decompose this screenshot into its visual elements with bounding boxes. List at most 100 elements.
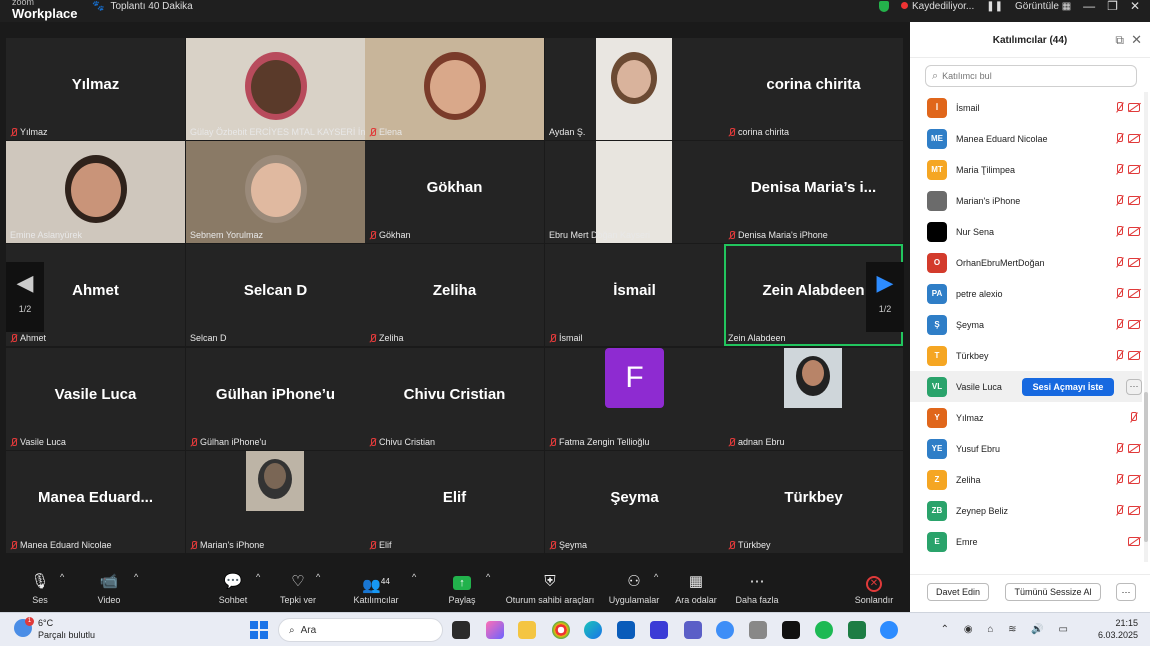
scrollbar-thumb[interactable]	[1144, 392, 1148, 542]
video-tile[interactable]: Aydan Ş.	[545, 38, 724, 140]
video-tile[interactable]: Ebru Mert Doğan Kayseri	[545, 141, 724, 243]
zoom-taskbar-icon[interactable]	[716, 621, 734, 639]
copilot-icon[interactable]	[486, 621, 504, 639]
participant-row[interactable]: ZB Zeynep Beliz	[910, 495, 1142, 526]
video-tile[interactable]: Gülay Özbebit ERCİYES MTAL KAYSERİ İn...	[186, 38, 365, 140]
taskbar-search[interactable]: ⌕ Ara	[278, 618, 443, 642]
more-button[interactable]: ⋯ Daha fazla	[734, 572, 780, 605]
video-tile[interactable]: Yılmaz Yılmaz	[6, 38, 185, 140]
audio-options-caret[interactable]: ^	[60, 572, 64, 582]
video-tile[interactable]: F Fatma Zengin Tellioğlu	[545, 348, 724, 450]
teams-icon[interactable]	[684, 621, 702, 639]
participant-row[interactable]: E Emre	[910, 526, 1142, 557]
video-tile[interactable]: Selcan D Selcan D	[186, 244, 365, 346]
tile-display-name: Selcan D	[243, 282, 308, 299]
weather-temp: 6°C	[38, 618, 54, 628]
video-button[interactable]: 📹 Video	[92, 572, 126, 605]
sticky-app-icon[interactable]	[650, 621, 668, 639]
participant-list-scrollbar[interactable]	[1144, 92, 1148, 562]
video-tile[interactable]: Vasile Luca Vasile Luca	[6, 348, 185, 450]
participant-row[interactable]: İ İsmail	[910, 92, 1142, 123]
recording-indicator[interactable]: Kaydediliyor...	[900, 1, 974, 12]
previous-page-button[interactable]: ◀ 1/2	[6, 262, 44, 332]
zoom-active-icon[interactable]	[880, 621, 898, 639]
participant-row[interactable]: MT Maria Ţilimpea	[910, 154, 1142, 185]
video-tile[interactable]: İsmail İsmail	[545, 244, 724, 346]
participant-name: Şeyma	[956, 319, 985, 330]
participant-row[interactable]: YE Yusuf Ebru	[910, 433, 1142, 464]
share-button[interactable]: ↑ Paylaş	[446, 572, 478, 605]
participant-row[interactable]: O OrhanEbruMertDoğan	[910, 247, 1142, 278]
close-window-icon[interactable]: ✕	[1130, 0, 1140, 13]
host-tools-button[interactable]: ⛨ Oturum sahibi araçları	[504, 572, 596, 605]
video-tile[interactable]: Şeyma Şeyma	[545, 451, 724, 553]
popout-icon[interactable]: ⧉	[1115, 33, 1124, 48]
participant-row[interactable]: Z Zeliha	[910, 464, 1142, 495]
video-tile[interactable]: Chivu Cristian Chivu Cristian	[365, 348, 544, 450]
video-tile[interactable]: adnan Ebru	[724, 348, 903, 450]
capcut-icon[interactable]	[782, 621, 800, 639]
participant-row[interactable]: Ş Şeyma	[910, 309, 1142, 340]
close-panel-icon[interactable]: ✕	[1131, 32, 1142, 48]
restore-icon[interactable]: ❐	[1107, 0, 1118, 13]
chat-options-caret[interactable]: ^	[256, 572, 260, 582]
video-tile[interactable]: Denisa Maria’s i... Denisa Maria's iPhone	[724, 141, 903, 243]
video-tile[interactable]: corina chirita corina chirita	[724, 38, 903, 140]
next-page-button[interactable]: ▶ 1/2	[866, 262, 904, 332]
participant-row[interactable]: VL Vasile Luca Sesi Açmayı İste ⋯	[910, 371, 1142, 402]
panel-more-button[interactable]: ⋯	[1116, 583, 1136, 601]
chat-button[interactable]: 💬 Sohbet	[214, 572, 252, 605]
apps-options-caret[interactable]: ^	[654, 572, 658, 582]
tile-display-name: Denisa Maria’s i...	[750, 179, 877, 196]
task-view-icon[interactable]	[452, 621, 470, 639]
share-options-caret[interactable]: ^	[486, 572, 490, 582]
spotify-icon[interactable]	[815, 621, 833, 639]
tray-icons[interactable]: ⌃ ◉ ⌂ ≋ 🔊 ▭	[941, 624, 1074, 635]
security-shield-icon[interactable]	[878, 0, 889, 12]
excel-icon[interactable]	[848, 621, 866, 639]
participants-options-caret[interactable]: ^	[412, 572, 416, 582]
meeting-timer[interactable]: 🐾 Toplantı 40 Dakika	[92, 0, 193, 12]
video-options-caret[interactable]: ^	[134, 572, 138, 582]
video-tile[interactable]: Zeliha Zeliha	[365, 244, 544, 346]
printer-icon[interactable]	[749, 621, 767, 639]
ask-to-unmute-button[interactable]: Sesi Açmayı İste	[1022, 377, 1114, 396]
participant-row[interactable]: PA petre alexio	[910, 278, 1142, 309]
mute-all-button[interactable]: Tümünü Sessize Al	[1005, 583, 1101, 601]
windows-start-icon[interactable]	[250, 621, 268, 639]
end-meeting-button[interactable]: ✕ Sonlandır	[852, 572, 896, 605]
video-tile[interactable]: Elif Elif	[365, 451, 544, 553]
video-tile[interactable]: Gökhan Gökhan	[365, 141, 544, 243]
video-tile[interactable]: Sebnem Yorulmaz	[186, 141, 365, 243]
audio-button[interactable]: 🎙 Ses	[26, 572, 54, 605]
video-tile[interactable]: Türkbey Türkbey	[724, 451, 903, 553]
view-button[interactable]: Görüntüle ▦	[1015, 1, 1071, 12]
video-tile[interactable]: Marian's iPhone	[186, 451, 365, 553]
participant-row[interactable]: Marian's iPhone	[910, 185, 1142, 216]
video-tile[interactable]: Gülhan iPhone’u Gülhan iPhone'u	[186, 348, 365, 450]
participant-search[interactable]: ⌕	[925, 65, 1137, 87]
pause-recording-icon[interactable]: ❚❚	[986, 1, 1003, 12]
participant-row[interactable]: T Türkbey	[910, 340, 1142, 371]
clock[interactable]: 21:15 6.03.2025	[1098, 617, 1138, 641]
minimize-icon[interactable]: —	[1083, 0, 1095, 13]
react-button[interactable]: ♡ Tepki ver	[276, 572, 320, 605]
video-tile[interactable]: Elena	[365, 38, 544, 140]
participant-more-button[interactable]: ⋯	[1126, 378, 1142, 395]
invite-button[interactable]: Davet Edin	[927, 583, 989, 601]
camera-off-icon	[1128, 506, 1140, 515]
participant-row[interactable]: Nur Sena	[910, 216, 1142, 247]
file-explorer-icon[interactable]	[518, 621, 536, 639]
video-tile[interactable]: Manea Eduard... Manea Eduard Nicolae	[6, 451, 185, 553]
participant-row[interactable]: Y Yılmaz	[910, 402, 1142, 433]
participant-row[interactable]: ME Manea Eduard Nicolae	[910, 123, 1142, 154]
chrome-icon[interactable]	[552, 621, 570, 639]
store-icon[interactable]	[617, 621, 635, 639]
participant-search-input[interactable]	[942, 71, 1123, 81]
edge-icon[interactable]	[584, 621, 602, 639]
breakout-rooms-button[interactable]: ▦ Ara odalar	[674, 572, 718, 605]
participants-button[interactable]: 👥44 Katılımcılar	[350, 572, 402, 605]
react-options-caret[interactable]: ^	[316, 572, 320, 582]
video-tile[interactable]: Emine Aslanyürek	[6, 141, 185, 243]
tile-label-text: Manea Eduard Nicolae	[20, 540, 112, 550]
